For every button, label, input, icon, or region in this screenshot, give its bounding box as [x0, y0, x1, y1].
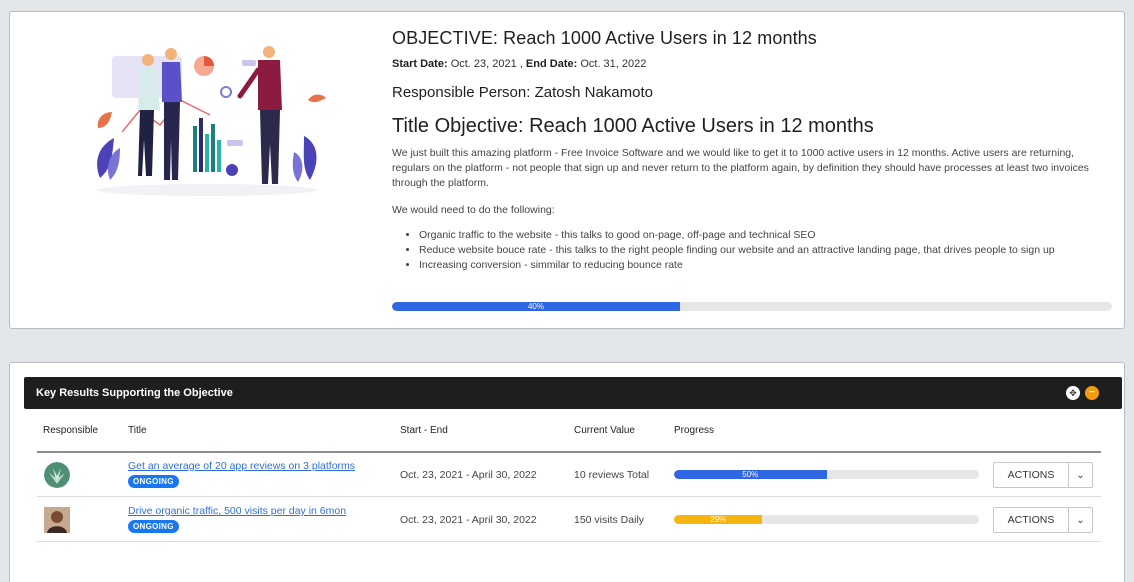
current-value-cell: 150 visits Daily — [574, 514, 645, 526]
description-paragraph: We would need to do the following: — [392, 204, 555, 216]
key-results-title: Key Results Supporting the Objective — [36, 387, 233, 399]
actions-label[interactable]: ACTIONS — [994, 463, 1069, 487]
key-result-progress-bar: 29% — [674, 515, 979, 524]
actions-button[interactable]: ACTIONS ⌄ — [993, 507, 1093, 533]
avatar — [44, 507, 70, 533]
column-header-title: Title — [128, 425, 147, 436]
actions-label[interactable]: ACTIONS — [994, 508, 1069, 532]
status-badge: ONGOING — [128, 475, 179, 488]
start-date-value: Oct. 23, 2021 — [450, 58, 517, 70]
team-growth-illustration — [97, 46, 326, 196]
person-avatar-icon — [44, 507, 70, 533]
title-objective: Title Objective: Reach 1000 Active Users… — [392, 115, 874, 137]
column-header-responsible: Responsible — [43, 425, 99, 436]
column-header-progress: Progress — [674, 425, 715, 436]
objective-heading: OBJECTIVE: Reach 1000 Active Users in 12… — [392, 28, 817, 48]
column-header-current-value: Current Value — [574, 425, 635, 436]
column-header-start-end: Start - End — [400, 425, 448, 436]
key-result-progress-bar: 50% — [674, 470, 979, 479]
objective-details: OBJECTIVE: Reach 1000 Active Users in 12… — [392, 26, 1114, 273]
objective-description: We just built this amazing platform - Fr… — [392, 146, 1114, 273]
collapse-icon[interactable]: − — [1085, 386, 1099, 400]
responsible-person: Responsible Person: Zatosh Nakamoto — [392, 83, 1114, 103]
todo-list-item: Increasing conversion - simmilar to redu… — [419, 258, 1114, 273]
chevron-down-icon[interactable]: ⌄ — [1069, 508, 1092, 532]
avatar — [44, 462, 70, 488]
chevron-down-icon[interactable]: ⌄ — [1069, 463, 1092, 487]
table-row: Drive organic traffic, 500 visits per da… — [37, 498, 1101, 542]
description-paragraph: We just built this amazing platform - Fr… — [392, 147, 1089, 189]
status-badge: ONGOING — [128, 520, 179, 533]
aloe-avatar-icon — [44, 462, 70, 488]
objective-card: OBJECTIVE: Reach 1000 Active Users in 12… — [9, 11, 1125, 329]
start-end-cell: Oct. 23, 2021 - April 30, 2022 — [400, 469, 537, 481]
key-result-progress-label: 50% — [742, 470, 759, 479]
todo-list: Organic traffic to the website - this ta… — [419, 228, 1114, 273]
responsible-label: Responsible Person: — [392, 84, 531, 101]
end-date-value: Oct. 31, 2022 — [580, 58, 647, 70]
expand-icon[interactable]: ✥ — [1066, 386, 1080, 400]
responsible-name: Zatosh Nakamoto — [534, 84, 653, 101]
todo-list-item: Reduce website bouce rate - this talks t… — [419, 243, 1114, 258]
current-value-cell: 10 reviews Total — [574, 469, 650, 481]
objective-progress-label: 40% — [527, 302, 544, 311]
end-date-label: End Date: — [525, 58, 578, 70]
start-date-label: Start Date: — [392, 58, 448, 70]
key-result-link[interactable]: Drive organic traffic, 500 visits per da… — [128, 505, 346, 517]
objective-progress-bar: 40% — [392, 302, 1112, 311]
objective-dates: Start Date: Oct. 23, 2021 , End Date: Oc… — [392, 58, 1114, 72]
actions-button[interactable]: ACTIONS ⌄ — [993, 462, 1093, 488]
todo-list-item: Organic traffic to the website - this ta… — [419, 228, 1114, 243]
key-results-card: Key Results Supporting the Objective ✥ −… — [9, 362, 1125, 582]
key-results-header: Key Results Supporting the Objective ✥ − — [24, 377, 1122, 409]
date-separator: , — [519, 58, 523, 70]
key-result-link[interactable]: Get an average of 20 app reviews on 3 pl… — [128, 460, 355, 472]
key-result-progress-label: 29% — [710, 515, 727, 524]
start-end-cell: Oct. 23, 2021 - April 30, 2022 — [400, 514, 537, 526]
table-row: Get an average of 20 app reviews on 3 pl… — [37, 453, 1101, 497]
